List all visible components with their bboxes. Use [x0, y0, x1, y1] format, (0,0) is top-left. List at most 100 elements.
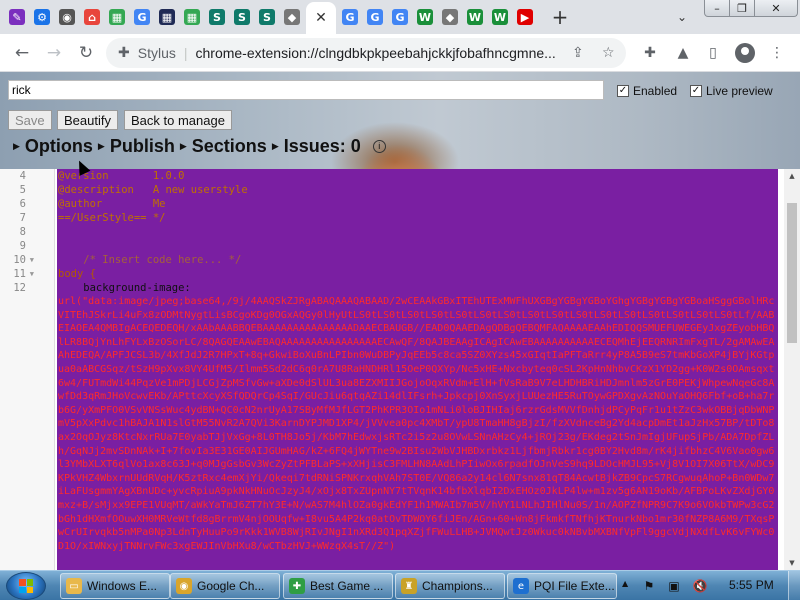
- issues-toggle[interactable]: Issues: 0: [284, 136, 361, 157]
- chrome-icon: ◉: [59, 9, 75, 25]
- browser-tab[interactable]: ▦: [181, 3, 203, 31]
- taskbar-button[interactable]: ✚ Best Game ...: [283, 573, 393, 599]
- taskbar-button[interactable]: ♜ Champions...: [395, 573, 505, 599]
- code-line[interactable]: [58, 239, 778, 253]
- close-icon[interactable]: ✕: [315, 10, 327, 26]
- style-name-input[interactable]: [8, 80, 604, 100]
- start-button[interactable]: [6, 572, 46, 600]
- action-center-flag-icon[interactable]: ⚑: [641, 578, 657, 594]
- browser-tab[interactable]: W: [414, 3, 436, 31]
- volume-muted-icon[interactable]: 🔇: [692, 578, 708, 594]
- code-line[interactable]: [58, 225, 778, 239]
- options-toggle[interactable]: Options: [25, 136, 93, 157]
- show-desktop-button[interactable]: [788, 571, 800, 601]
- new-tab-button[interactable]: +: [546, 5, 574, 29]
- code-line[interactable]: @description A new userstyle: [58, 183, 778, 197]
- browser-tab[interactable]: S: [256, 3, 278, 31]
- expand-triangle-icon[interactable]: ▶: [98, 142, 105, 152]
- code-line[interactable]: background-image:: [58, 281, 778, 295]
- browser-tab[interactable]: G: [389, 3, 411, 31]
- code-editor[interactable]: 4 5 6 7 8 9 10 ▼ 11 ▼ 12 @version 1.0.0 @descriptio…: [0, 169, 800, 570]
- code-line[interactable]: ==/UserStyle== */: [58, 211, 778, 225]
- enabled-checkbox-box[interactable]: ✓: [617, 85, 629, 97]
- code-line[interactable]: /* Insert code here... */: [58, 253, 778, 267]
- browser-tab[interactable]: ▦: [106, 3, 128, 31]
- scroll-down-arrow-icon[interactable]: ▼: [784, 556, 800, 570]
- active-tab[interactable]: ✕: [306, 2, 336, 34]
- url-text[interactable]: chrome-extension://clngdbkpkpeebahjckkjf…: [196, 45, 556, 61]
- browser-tab[interactable]: G: [339, 3, 361, 31]
- tab-search-chevron-icon[interactable]: ⌄: [670, 8, 694, 26]
- browser-tab[interactable]: ⌂: [81, 3, 103, 31]
- address-bar[interactable]: ✚ Stylus | chrome-extension://clngdbkpkp…: [106, 38, 626, 68]
- address-divider: |: [183, 45, 188, 61]
- flask-icon[interactable]: ▲: [670, 38, 696, 68]
- bookmark-star-icon[interactable]: ☆: [602, 45, 615, 61]
- info-icon[interactable]: i: [372, 140, 386, 153]
- line-number-text: 10: [13, 254, 26, 266]
- sections-toggle[interactable]: Sections: [192, 136, 267, 157]
- taskbar-button[interactable]: ▭ Windows E...: [60, 573, 170, 599]
- extensions-puzzle-icon[interactable]: ✚: [637, 38, 663, 68]
- line-number: 4: [0, 169, 54, 183]
- puzzle-icon: ✚: [289, 578, 305, 594]
- line-number: 10 ▼: [0, 253, 54, 267]
- line-number: 12: [0, 281, 54, 295]
- extension-site-icon: ✚: [118, 45, 130, 61]
- scroll-up-arrow-icon[interactable]: ▲: [784, 169, 800, 183]
- scrollbar-thumb[interactable]: [787, 203, 797, 343]
- windows-icon: ▦: [184, 9, 200, 25]
- browser-tab[interactable]: ◆: [439, 3, 461, 31]
- stylus-editor-header: ✓ Enabled ✓ Live preview Save Beautify B…: [0, 72, 800, 169]
- live-preview-checkbox-box[interactable]: ✓: [690, 85, 702, 97]
- background-image-url-value[interactable]: url("data:image/jpeg;base64,/9j/4AAQSkZJ…: [58, 295, 778, 570]
- line-number-text: 7: [19, 212, 26, 224]
- expand-triangle-icon[interactable]: ▶: [272, 142, 279, 152]
- taskbar-button[interactable]: e PQI File Exte...: [507, 573, 617, 599]
- beautify-button[interactable]: Beautify: [57, 110, 118, 130]
- clock[interactable]: 5:55 PM: [729, 578, 774, 592]
- expand-triangle-icon[interactable]: ▶: [180, 142, 187, 152]
- code-line[interactable]: body {: [58, 267, 778, 281]
- s-icon: S: [234, 9, 250, 25]
- browser-tab[interactable]: S: [206, 3, 228, 31]
- editor-scrollbar[interactable]: ▲ ▼: [784, 169, 800, 570]
- reload-button[interactable]: ↻: [70, 37, 102, 69]
- forward-button[interactable]: →: [38, 37, 70, 69]
- taskbar-button-label: Champions...: [422, 579, 493, 593]
- publish-toggle[interactable]: Publish: [110, 136, 175, 157]
- back-to-manage-button[interactable]: Back to manage: [124, 110, 232, 130]
- expand-triangle-icon[interactable]: ▶: [13, 142, 20, 152]
- share-icon[interactable]: ⇪: [572, 45, 584, 61]
- browser-tab[interactable]: ◉: [56, 3, 78, 31]
- browser-tab[interactable]: W: [464, 3, 486, 31]
- browser-tab[interactable]: ▦: [156, 3, 178, 31]
- line-number: 7: [0, 211, 54, 225]
- profile-avatar[interactable]: [732, 38, 758, 68]
- maximize-button[interactable]: ❐: [729, 0, 755, 17]
- network-icon[interactable]: ▣: [666, 578, 682, 594]
- browser-tab[interactable]: W: [489, 3, 511, 31]
- browser-tab[interactable]: G: [364, 3, 386, 31]
- code-line[interactable]: @author Me: [58, 197, 778, 211]
- back-button[interactable]: ←: [6, 37, 38, 69]
- close-window-button[interactable]: ✕: [754, 0, 798, 17]
- enabled-checkbox[interactable]: ✓ Enabled: [617, 84, 677, 98]
- minimize-button[interactable]: –: [704, 0, 730, 17]
- browser-tab[interactable]: ⚙: [31, 3, 53, 31]
- browser-tab[interactable]: ▶: [514, 3, 536, 31]
- browser-tab[interactable]: ✎: [6, 3, 28, 31]
- code-lines[interactable]: @version 1.0.0 @description A new usersty…: [58, 169, 778, 295]
- browser-tab[interactable]: ◆: [281, 3, 303, 31]
- code-line[interactable]: @version 1.0.0: [58, 169, 778, 183]
- taskbar-button[interactable]: ◉ Google Ch...: [170, 573, 280, 599]
- menu-kebab-icon[interactable]: ⋮: [764, 38, 790, 68]
- fold-arrow-icon[interactable]: ▼: [30, 253, 34, 267]
- browser-tab[interactable]: S: [231, 3, 253, 31]
- side-panel-icon[interactable]: ▯: [700, 38, 726, 68]
- browser-tab[interactable]: G: [131, 3, 153, 31]
- fold-arrow-icon[interactable]: ▼: [30, 267, 34, 281]
- show-hidden-icons-icon[interactable]: ▲: [622, 579, 628, 588]
- live-preview-checkbox[interactable]: ✓ Live preview: [690, 84, 773, 98]
- save-button[interactable]: Save: [8, 110, 52, 130]
